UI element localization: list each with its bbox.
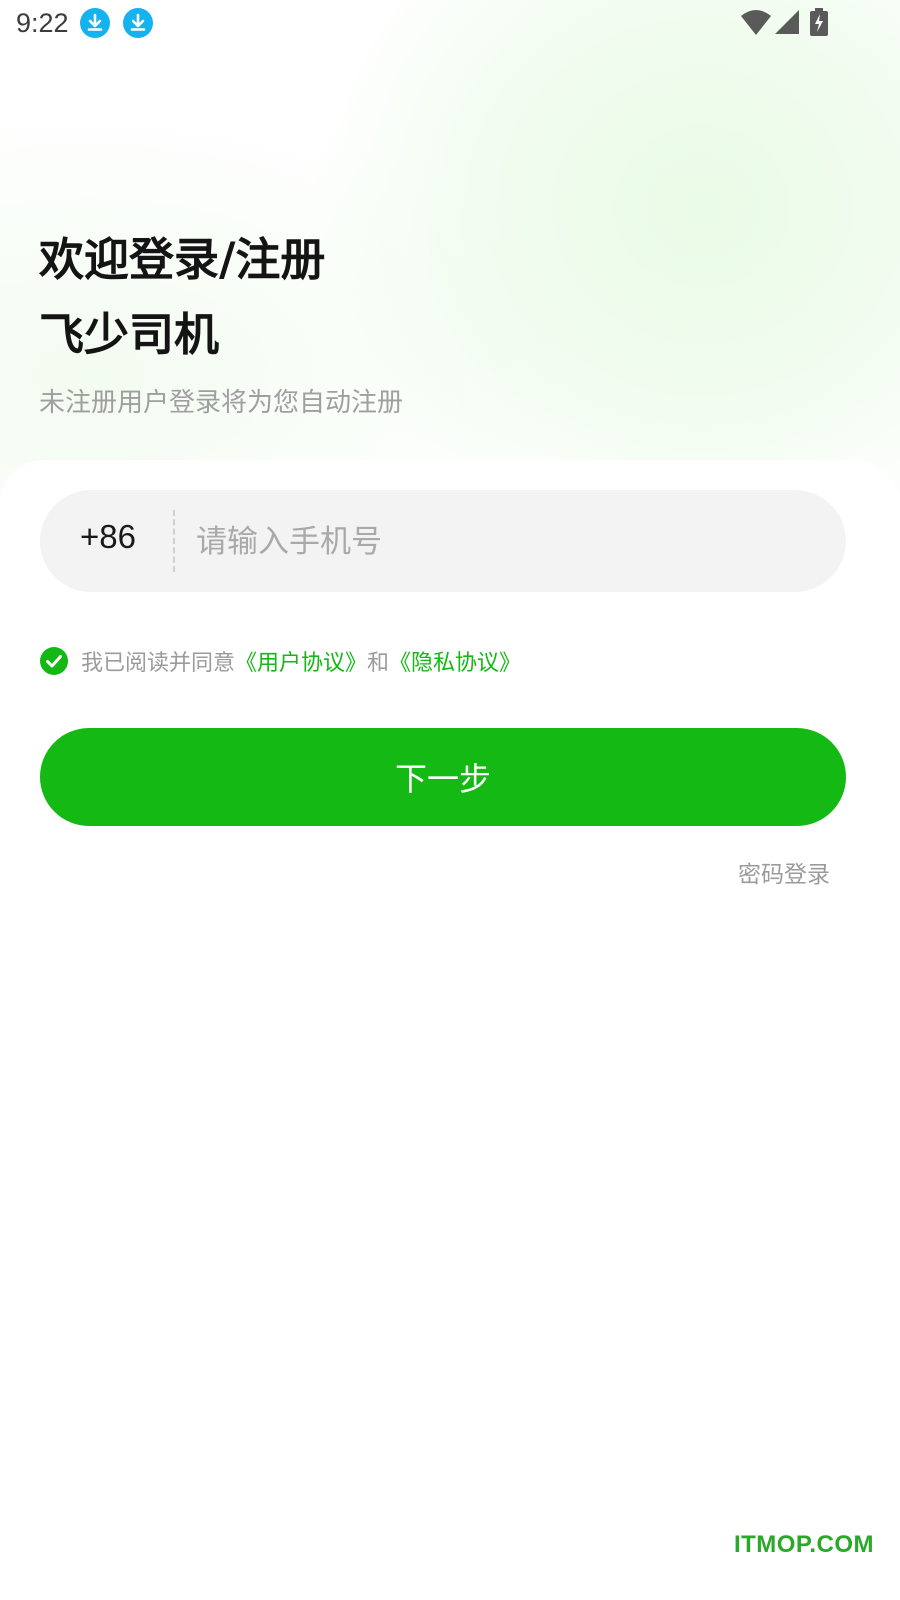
cellular-signal-icon — [774, 8, 800, 40]
agreement-conjunction: 和 — [367, 651, 390, 676]
phone-input[interactable] — [194, 510, 818, 574]
page-subtitle: 未注册用户登录将为您自动注册 — [39, 388, 404, 418]
status-bar: 9:22 — [0, 0, 900, 48]
next-button[interactable]: 下一步 — [40, 728, 846, 826]
phone-field[interactable]: +86 — [40, 490, 846, 592]
agreement-checkbox[interactable] — [40, 647, 68, 675]
battery-charging-icon — [810, 8, 828, 40]
user-agreement-link[interactable]: 《用户协议》 — [235, 645, 367, 677]
country-code[interactable]: +86 — [80, 518, 136, 556]
watermark: ITMOP.COM — [733, 1531, 874, 1558]
agreement-row: 我已阅读并同意 《用户协议》 和 《隐私协议》 — [40, 645, 521, 677]
download-icon — [123, 8, 153, 38]
app-name: 飞少司机 — [39, 308, 220, 361]
wifi-icon — [740, 8, 772, 40]
download-icon — [80, 8, 110, 38]
checkmark-icon — [46, 655, 62, 668]
page-title: 欢迎登录/注册 — [39, 233, 326, 286]
password-login-link[interactable]: 密码登录 — [738, 855, 830, 889]
field-divider — [173, 510, 175, 572]
privacy-agreement-link[interactable]: 《隐私协议》 — [389, 645, 521, 677]
status-time: 9:22 — [16, 8, 69, 38]
agreement-prefix: 我已阅读并同意 — [81, 651, 236, 676]
